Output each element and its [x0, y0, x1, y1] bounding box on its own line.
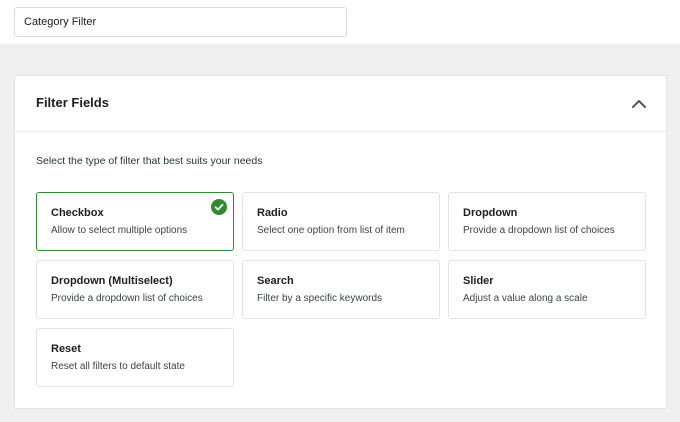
chevron-up-icon[interactable]	[630, 95, 648, 113]
card-title: Dropdown	[463, 207, 518, 219]
card-title: Radio	[257, 207, 288, 219]
panel-title: Filter Fields	[36, 95, 109, 110]
filter-type-card-dropdown-multiselect[interactable]: Dropdown (Multiselect) Provide a dropdow…	[36, 260, 234, 319]
card-description: Provide a dropdown list of choices	[463, 225, 615, 236]
filter-type-card-dropdown[interactable]: Dropdown Provide a dropdown list of choi…	[448, 192, 646, 251]
card-title: Checkbox	[51, 207, 104, 219]
filter-type-card-slider[interactable]: Slider Adjust a value along a scale	[448, 260, 646, 319]
top-bar	[0, 0, 680, 44]
filter-type-card-search[interactable]: Search Filter by a specific keywords	[242, 260, 440, 319]
card-title: Dropdown (Multiselect)	[51, 275, 173, 287]
panel-description: Select the type of filter that best suit…	[36, 155, 263, 167]
check-circle-icon	[211, 199, 227, 215]
card-description: Select one option from list of item	[257, 225, 405, 236]
panel-header[interactable]: Filter Fields	[15, 76, 666, 132]
filter-fields-panel: Filter Fields Select the type of filter …	[14, 75, 667, 409]
filter-title-input[interactable]	[14, 7, 347, 37]
filter-type-card-radio[interactable]: Radio Select one option from list of ite…	[242, 192, 440, 251]
card-description: Reset all filters to default state	[51, 361, 185, 372]
card-description: Adjust a value along a scale	[463, 293, 588, 304]
card-title: Search	[257, 275, 294, 287]
card-title: Slider	[463, 275, 494, 287]
card-description: Allow to select multiple options	[51, 225, 188, 236]
card-title: Reset	[51, 343, 81, 355]
filter-type-card-checkbox[interactable]: Checkbox Allow to select multiple option…	[36, 192, 234, 251]
filter-type-card-reset[interactable]: Reset Reset all filters to default state	[36, 328, 234, 387]
card-description: Provide a dropdown list of choices	[51, 293, 203, 304]
card-description: Filter by a specific keywords	[257, 293, 383, 304]
